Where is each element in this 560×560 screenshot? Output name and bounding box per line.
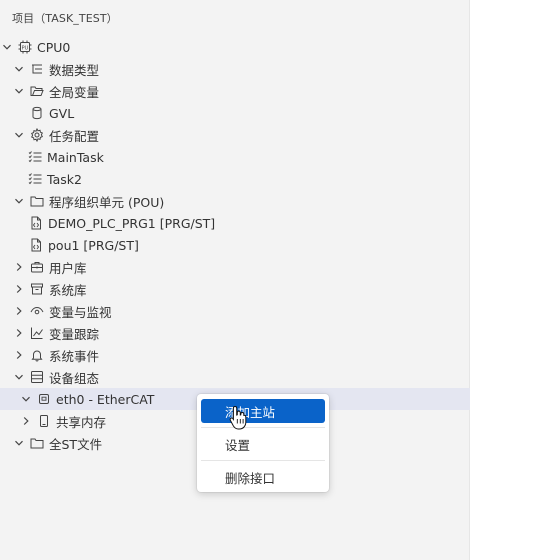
checklist-icon <box>27 171 43 187</box>
tree-item-label: 设备组态 <box>49 370 100 386</box>
gear-icon <box>29 127 45 143</box>
server-icon <box>29 369 45 385</box>
tree-item-label: eth0 - EtherCAT <box>56 391 155 407</box>
chevron-down-icon[interactable] <box>12 436 26 450</box>
database-icon <box>29 105 45 121</box>
chevron-down-icon[interactable] <box>12 128 26 142</box>
context-menu: 添加主站 设置 删除接口 <box>197 394 329 492</box>
chevron-down-icon[interactable] <box>12 370 26 384</box>
folder-icon <box>29 435 45 451</box>
menu-separator <box>201 460 325 461</box>
tree-item-gvl[interactable]: GVL <box>0 102 470 124</box>
folder-open-icon <box>29 83 45 99</box>
tree-item-global-vars[interactable]: 全局变量 <box>0 80 470 102</box>
tree-item-system-lib[interactable]: 系统库 <box>0 278 470 300</box>
storage-icon <box>36 413 52 429</box>
cpu-icon: PU <box>17 39 33 55</box>
bell-icon <box>29 347 45 363</box>
chevron-down-icon[interactable] <box>12 194 26 208</box>
tree-item-main-task[interactable]: MainTask <box>0 146 470 168</box>
tree-item-device-config[interactable]: 设备组态 <box>0 366 470 388</box>
tree-item-pou[interactable]: 程序组织单元 (POU) <box>0 190 470 212</box>
tree-item-label: 数据类型 <box>49 62 100 78</box>
tree-item-label: MainTask <box>47 149 104 165</box>
tree-item-task-config[interactable]: 任务配置 <box>0 124 470 146</box>
chevron-right-icon[interactable] <box>12 348 26 362</box>
tree-item-user-lib[interactable]: 用户库 <box>0 256 470 278</box>
chevron-right-icon[interactable] <box>12 282 26 296</box>
chevron-right-icon[interactable] <box>12 260 26 274</box>
chevron-down-icon[interactable] <box>12 62 26 76</box>
tree-item-label: 变量跟踪 <box>49 326 100 342</box>
archive-icon <box>29 281 45 297</box>
line-chart-icon <box>29 325 45 341</box>
tree-item-system-events[interactable]: 系统事件 <box>0 344 470 366</box>
tree-item-task2[interactable]: Task2 <box>0 168 470 190</box>
tree-item-label: pou1 [PRG/ST] <box>48 237 139 253</box>
tree-item-label: 程序组织单元 (POU) <box>49 194 165 210</box>
chevron-right-icon[interactable] <box>19 414 33 428</box>
chevron-down-icon[interactable] <box>19 392 33 406</box>
tree-item-label: 任务配置 <box>49 128 100 144</box>
menu-separator <box>201 427 325 428</box>
tree-item-label: 共享内存 <box>56 414 107 430</box>
tree-item-label: 系统事件 <box>49 348 100 364</box>
chevron-right-icon[interactable] <box>12 304 26 318</box>
type-hierarchy-icon <box>29 61 45 77</box>
code-file-icon <box>28 237 44 253</box>
tree-item-var-trace[interactable]: 变量跟踪 <box>0 322 470 344</box>
folder-icon <box>29 193 45 209</box>
tree-item-data-types[interactable]: 数据类型 <box>0 58 470 80</box>
menu-item-delete-interface[interactable]: 删除接口 <box>201 465 325 489</box>
tree-item-label: Task2 <box>47 171 82 187</box>
chevron-down-icon[interactable] <box>12 84 26 98</box>
tree-item-label: DEMO_PLC_PRG1 [PRG/ST] <box>48 215 216 231</box>
tree-item-var-monitor[interactable]: 变量与监视 <box>0 300 470 322</box>
tree-item-label: 全局变量 <box>49 84 100 100</box>
tree-item-label: 全ST文件 <box>49 436 103 452</box>
tree-item-demo-prg[interactable]: DEMO_PLC_PRG1 [PRG/ST] <box>0 212 470 234</box>
code-file-icon <box>28 215 44 231</box>
chevron-down-icon[interactable] <box>0 40 14 54</box>
briefcase-icon <box>29 259 45 275</box>
tree-item-label: 系统库 <box>49 282 87 298</box>
tree-item-label: CPU0 <box>37 39 71 55</box>
eye-icon <box>29 303 45 319</box>
tree-item-cpu0[interactable]: PU CPU0 <box>0 36 470 58</box>
tree-item-label: 用户库 <box>49 260 87 276</box>
tree-item-label: GVL <box>49 105 75 121</box>
panel-header: 项目（TASK_TEST） <box>12 12 118 25</box>
network-port-icon <box>36 391 52 407</box>
tree-item-pou1[interactable]: pou1 [PRG/ST] <box>0 234 470 256</box>
tree-item-label: 变量与监视 <box>49 304 112 320</box>
svg-text:PU: PU <box>22 46 29 52</box>
chevron-right-icon[interactable] <box>12 326 26 340</box>
hand-pointer-cursor-icon <box>229 405 247 430</box>
menu-item-add-master[interactable]: 添加主站 <box>201 399 325 423</box>
checklist-icon <box>27 149 43 165</box>
menu-item-settings[interactable]: 设置 <box>201 432 325 456</box>
